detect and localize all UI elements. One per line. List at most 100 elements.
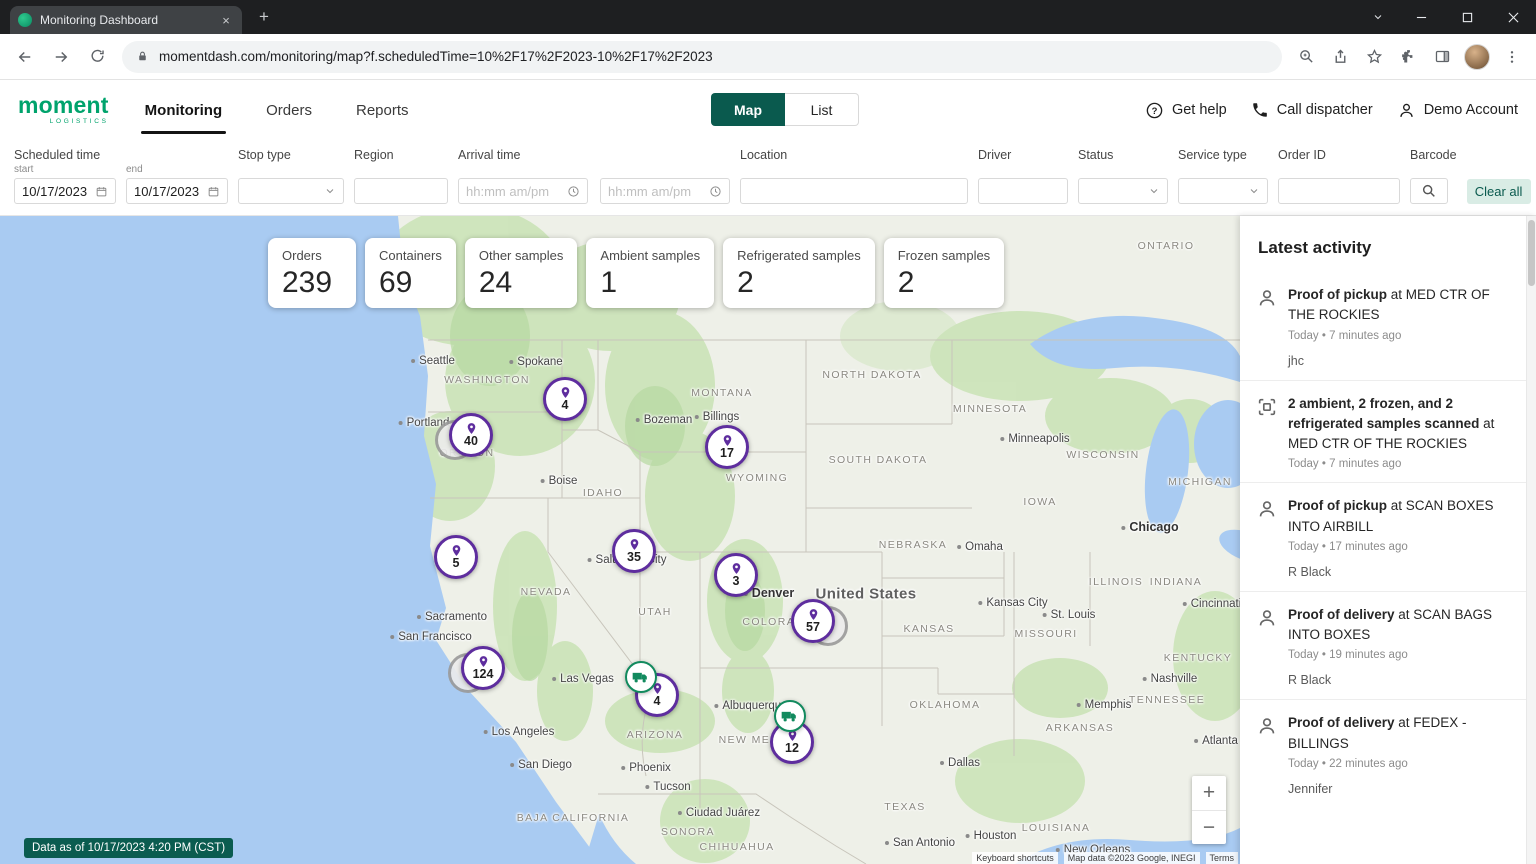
profile-avatar[interactable]: [1464, 44, 1490, 70]
map-label: KENTUCKY: [1164, 652, 1232, 664]
keyboard-shortcuts-link[interactable]: Keyboard shortcuts: [972, 852, 1058, 864]
reload-button[interactable]: [80, 40, 114, 74]
stop-type-select[interactable]: [238, 178, 344, 204]
arrival-end-field[interactable]: [600, 178, 730, 204]
browser-tab[interactable]: Monitoring Dashboard ×: [10, 6, 242, 34]
activity-time: Today • 7 minutes ago: [1288, 458, 1514, 470]
region-field[interactable]: [354, 178, 448, 204]
status-input[interactable]: [1086, 184, 1144, 199]
zoom-in-button[interactable]: +: [1192, 776, 1226, 810]
person-icon: [1256, 715, 1278, 737]
map-cluster-marker[interactable]: 17: [705, 425, 749, 469]
map-cluster-marker[interactable]: 57: [791, 599, 835, 643]
moment-logo[interactable]: moment LOGISTICS: [18, 94, 109, 126]
map-label: Omaha: [957, 541, 1003, 553]
extensions-icon[interactable]: [1392, 41, 1424, 73]
map-truck-marker[interactable]: [625, 661, 657, 693]
map-truck-marker[interactable]: [774, 700, 806, 732]
activity-scrollbar[interactable]: [1526, 216, 1536, 864]
service-type-input[interactable]: [1186, 184, 1244, 199]
filter-scheduled-time: Scheduled time start end: [14, 148, 228, 204]
activity-item[interactable]: Proof of pickup at MED CTR OF THE ROCKIE…: [1240, 272, 1536, 380]
clock-icon: [709, 185, 722, 198]
service-type-label: Service type: [1178, 148, 1268, 164]
stat-value: 1: [600, 266, 700, 300]
activity-item[interactable]: 2 ambient, 2 frozen, and 2 refrigerated …: [1240, 380, 1536, 483]
share-icon[interactable]: [1324, 41, 1356, 73]
map-label: Las Vegas: [552, 673, 614, 685]
driver-field[interactable]: [978, 178, 1068, 204]
account-menu[interactable]: Demo Account: [1397, 101, 1518, 120]
arrival-time-label: Arrival time: [458, 148, 730, 164]
nav-item-reports[interactable]: Reports: [334, 80, 431, 140]
map-cluster-marker[interactable]: 4: [543, 377, 587, 421]
svg-text:?: ?: [1152, 105, 1158, 116]
menu-kebab-icon[interactable]: [1496, 41, 1528, 73]
side-panel-icon[interactable]: [1426, 41, 1458, 73]
map-label: ONTARIO: [1138, 240, 1195, 252]
window-minimize-button[interactable]: [1398, 0, 1444, 34]
bookmark-star-icon[interactable]: [1358, 41, 1390, 73]
start-date-input[interactable]: [22, 184, 91, 199]
nav-item-orders[interactable]: Orders: [244, 80, 334, 140]
window-maximize-button[interactable]: [1444, 0, 1490, 34]
nav-item-monitoring[interactable]: Monitoring: [123, 80, 244, 140]
call-dispatcher-button[interactable]: Call dispatcher: [1251, 101, 1373, 119]
back-button[interactable]: [8, 40, 42, 74]
location-input[interactable]: [748, 184, 960, 199]
person-icon: [1256, 607, 1278, 629]
activity-item[interactable]: Proof of delivery at FEDEX - BILLINGS To…: [1240, 699, 1536, 808]
map-cluster-marker[interactable]: 40: [449, 413, 493, 457]
map-label: Dallas: [940, 757, 980, 769]
order-id-input[interactable]: [1286, 184, 1392, 199]
terms-link[interactable]: Terms: [1206, 852, 1239, 864]
map-cluster-marker[interactable]: 3: [714, 553, 758, 597]
barcode-search-button[interactable]: [1410, 178, 1448, 204]
map-cluster-marker[interactable]: 124: [461, 646, 505, 690]
toggle-list-button[interactable]: List: [785, 93, 859, 126]
tab-close-icon[interactable]: ×: [218, 12, 234, 28]
service-type-select[interactable]: [1178, 178, 1268, 204]
content-area: ONTARIOWASHINGTONOREGONMONTANANORTH DAKO…: [0, 216, 1536, 864]
new-tab-button[interactable]: +: [250, 3, 278, 31]
stop-type-input[interactable]: [246, 184, 320, 199]
activity-item[interactable]: Proof of delivery at SCAN BAGS INTO BOXE…: [1240, 591, 1536, 700]
arrival-end-input[interactable]: [608, 184, 705, 199]
map-label: WYOMING: [726, 472, 788, 484]
order-id-field[interactable]: [1278, 178, 1400, 204]
tab-list-chevron-icon[interactable]: [1358, 0, 1398, 34]
zoom-out-button[interactable]: −: [1192, 810, 1226, 844]
zoom-icon[interactable]: [1290, 41, 1322, 73]
start-date-field[interactable]: [14, 178, 116, 204]
address-bar[interactable]: momentdash.com/monitoring/map?f.schedule…: [122, 41, 1282, 73]
toggle-map-button[interactable]: Map: [711, 93, 785, 126]
location-field[interactable]: [740, 178, 968, 204]
cluster-count: 4: [654, 695, 661, 709]
map[interactable]: ONTARIOWASHINGTONOREGONMONTANANORTH DAKO…: [0, 216, 1240, 864]
end-date-field[interactable]: [126, 178, 228, 204]
status-select[interactable]: [1078, 178, 1168, 204]
stat-card-ambient-samples: Ambient samples 1: [586, 238, 714, 308]
region-input[interactable]: [362, 184, 440, 199]
activity-time: Today • 19 minutes ago: [1288, 649, 1514, 661]
activity-time: Today • 22 minutes ago: [1288, 758, 1514, 770]
map-label: San Diego: [510, 759, 572, 771]
map-label: BAJA CALIFORNIA: [517, 812, 630, 824]
scrollbar-thumb[interactable]: [1528, 220, 1535, 286]
cluster-count: 12: [785, 742, 799, 756]
driver-input[interactable]: [986, 184, 1060, 199]
arrival-start-input[interactable]: [466, 184, 563, 199]
arrival-start-field[interactable]: [458, 178, 588, 204]
filter-region: Region: [354, 148, 448, 204]
activity-item[interactable]: Proof of pickup at SCAN BOXES INTO AIRBI…: [1240, 482, 1536, 591]
end-date-input[interactable]: [134, 184, 203, 199]
get-help-button[interactable]: ? Get help: [1145, 101, 1227, 120]
cluster-count: 17: [720, 447, 734, 461]
window-close-button[interactable]: [1490, 0, 1536, 34]
map-cluster-marker[interactable]: 35: [612, 529, 656, 573]
map-cluster-marker[interactable]: 5: [434, 535, 478, 579]
forward-button[interactable]: [44, 40, 78, 74]
map-label: Phoenix: [621, 762, 671, 774]
clear-all-button[interactable]: Clear all: [1467, 179, 1531, 204]
stat-label: Refrigerated samples: [737, 248, 861, 263]
